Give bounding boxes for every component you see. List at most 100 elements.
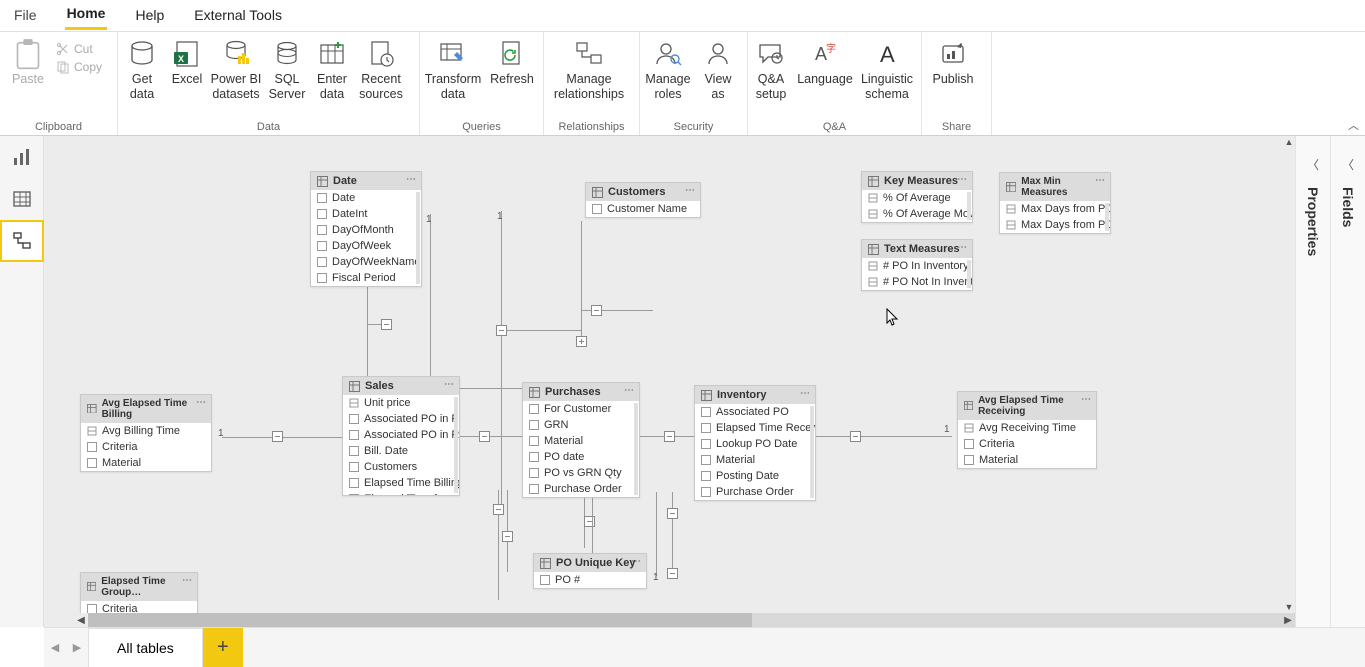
field[interactable]: Criteria: [979, 438, 1014, 450]
transform-data-button[interactable]: Transform data: [420, 36, 486, 106]
field[interactable]: Elapsed Time Receiving: [716, 422, 815, 434]
publish-button[interactable]: Publish: [922, 36, 984, 106]
tab-nav-prev[interactable]: ◀: [44, 641, 66, 654]
data-view-button[interactable]: [0, 178, 44, 220]
add-layout-tab[interactable]: +: [203, 628, 243, 667]
field[interactable]: Posting Date: [716, 470, 779, 482]
field[interactable]: Avg Receiving Time: [979, 422, 1076, 434]
table-max-min-measures[interactable]: Max Min Measures⋯ Max Days from PO to … …: [999, 172, 1111, 234]
field[interactable]: PO vs GRN Qty: [544, 467, 622, 479]
field[interactable]: Material: [102, 457, 141, 469]
field[interactable]: Bill. Date: [364, 445, 408, 457]
table-po-unique-key[interactable]: PO Unique Key⋯ PO #: [533, 553, 647, 589]
table-menu[interactable]: ⋯: [444, 379, 455, 390]
sql-server-button[interactable]: SQL Server: [264, 36, 310, 106]
qa-setup-button[interactable]: Q&A setup: [748, 36, 794, 106]
copy-button[interactable]: Copy: [56, 60, 102, 74]
field[interactable]: Max Days from PO to …: [1021, 203, 1110, 215]
linguistic-schema-button[interactable]: A Linguistic schema: [856, 36, 918, 106]
table-key-measures[interactable]: Key Measures⋯ % Of Average % Of Average …: [861, 171, 973, 223]
tab-help[interactable]: Help: [133, 3, 166, 29]
field[interactable]: DayOfMonth: [332, 224, 394, 236]
table-text-measures[interactable]: Text Measures⋯ # PO In Inventory Text # …: [861, 239, 973, 291]
scroll-down-arrow[interactable]: ▼: [1283, 601, 1295, 613]
layout-tab-all-tables[interactable]: All tables: [88, 628, 203, 667]
table-menu[interactable]: ⋯: [1095, 175, 1106, 186]
table-menu[interactable]: ⋯: [685, 185, 696, 196]
field[interactable]: Elapsed Time from PO D…: [364, 493, 459, 495]
field[interactable]: Customer Name: [607, 203, 687, 215]
ribbon-collapse[interactable]: ︿: [1348, 117, 1359, 133]
scroll-up-arrow[interactable]: ▲: [1283, 136, 1295, 148]
field[interactable]: Customers: [364, 461, 417, 473]
table-menu[interactable]: ⋯: [631, 556, 642, 567]
table-menu[interactable]: ⋯: [182, 575, 193, 586]
manage-roles-button[interactable]: Manage roles: [640, 36, 696, 106]
view-as-button[interactable]: View as: [696, 36, 740, 106]
field[interactable]: Fiscal Period: [332, 272, 396, 284]
field[interactable]: Avg Billing Time: [102, 425, 180, 437]
field[interactable]: PO date: [544, 451, 584, 463]
table-menu[interactable]: ⋯: [196, 397, 207, 408]
recent-sources-button[interactable]: Recent sources: [354, 36, 408, 106]
table-customers[interactable]: Customers⋯ Customer Name: [585, 182, 701, 218]
field[interactable]: Associated PO: [716, 406, 789, 418]
field[interactable]: Max Days from PO to …: [1021, 219, 1110, 231]
field[interactable]: DateInt: [332, 208, 367, 220]
field[interactable]: # PO Not In Inventory …: [883, 276, 972, 288]
report-view-button[interactable]: [0, 136, 44, 178]
table-elapsed-group[interactable]: Elapsed Time Group…⋯ Criteria: [80, 572, 198, 618]
tab-nav-next[interactable]: ▶: [66, 641, 88, 654]
tab-external-tools[interactable]: External Tools: [192, 3, 284, 29]
paste-button[interactable]: Paste: [12, 72, 44, 86]
table-avg-receiving[interactable]: Avg Elapsed Time Receiving⋯ Avg Receivin…: [957, 391, 1097, 469]
table-menu[interactable]: ⋯: [624, 385, 635, 396]
field[interactable]: Associated PO in Purchas…: [364, 413, 459, 425]
field[interactable]: Material: [979, 454, 1018, 466]
table-purchases[interactable]: Purchases⋯ For Customer GRN Material PO …: [522, 382, 640, 498]
field[interactable]: DayOfWeek: [332, 240, 391, 252]
table-date[interactable]: Date⋯ Date DateInt DayOfMonth DayOfWeek …: [310, 171, 422, 287]
field[interactable]: Lookup PO Date: [716, 438, 797, 450]
field[interactable]: GRN: [544, 419, 568, 431]
table-menu[interactable]: ⋯: [957, 242, 968, 253]
table-menu[interactable]: ⋯: [1081, 394, 1092, 405]
field[interactable]: Associated PO in Receiving: [364, 429, 459, 441]
canvas-hscroll[interactable]: ◀ ▶: [88, 613, 1295, 627]
properties-pane-collapsed[interactable]: 〈 Properties: [1295, 136, 1330, 627]
field[interactable]: Material: [544, 435, 583, 447]
get-data-button[interactable]: Get data: [118, 36, 166, 106]
refresh-button[interactable]: Refresh: [486, 36, 538, 106]
scroll-right-arrow[interactable]: ▶: [1281, 613, 1295, 627]
field[interactable]: Unit price: [364, 397, 410, 409]
scroll-left-arrow[interactable]: ◀: [74, 613, 88, 627]
language-button[interactable]: A字 Language: [794, 36, 856, 106]
table-menu[interactable]: ⋯: [957, 174, 968, 185]
table-menu[interactable]: ⋯: [406, 174, 417, 185]
excel-button[interactable]: X Excel: [166, 36, 208, 106]
table-inventory[interactable]: Inventory⋯ Associated PO Elapsed Time Re…: [694, 385, 816, 501]
tab-file[interactable]: File: [12, 3, 39, 29]
field[interactable]: % Of Average Moving: [883, 208, 972, 220]
model-canvas[interactable]: 1 1 1 1 1 1 Date⋯ Date DateInt DayOfMont…: [44, 136, 1295, 627]
pbi-datasets-button[interactable]: Power BI datasets: [208, 36, 264, 106]
field[interactable]: # PO In Inventory Text: [883, 260, 972, 272]
tab-home[interactable]: Home: [65, 1, 108, 30]
canvas-vscroll[interactable]: ▲ ▼: [1283, 136, 1295, 613]
field[interactable]: % Of Average: [883, 192, 951, 204]
field[interactable]: Elapsed Time Billing: [364, 477, 459, 489]
field[interactable]: Purchase Order: [544, 483, 622, 495]
table-sales[interactable]: Sales⋯ Unit price Associated PO in Purch…: [342, 376, 460, 496]
field[interactable]: Material: [716, 454, 755, 466]
hscroll-thumb[interactable]: [88, 613, 752, 627]
field[interactable]: DayOfWeekName: [332, 256, 420, 268]
field[interactable]: PO #: [555, 574, 580, 586]
fields-pane-collapsed[interactable]: 〈 Fields: [1330, 136, 1365, 627]
table-menu[interactable]: ⋯: [800, 388, 811, 399]
model-view-button[interactable]: [0, 220, 44, 262]
manage-relationships-button[interactable]: Manage relationships: [544, 36, 634, 106]
enter-data-button[interactable]: Enter data: [310, 36, 354, 106]
field[interactable]: Purchase Order: [716, 486, 794, 498]
field[interactable]: For Customer: [544, 403, 611, 415]
cut-button[interactable]: Cut: [56, 42, 102, 56]
